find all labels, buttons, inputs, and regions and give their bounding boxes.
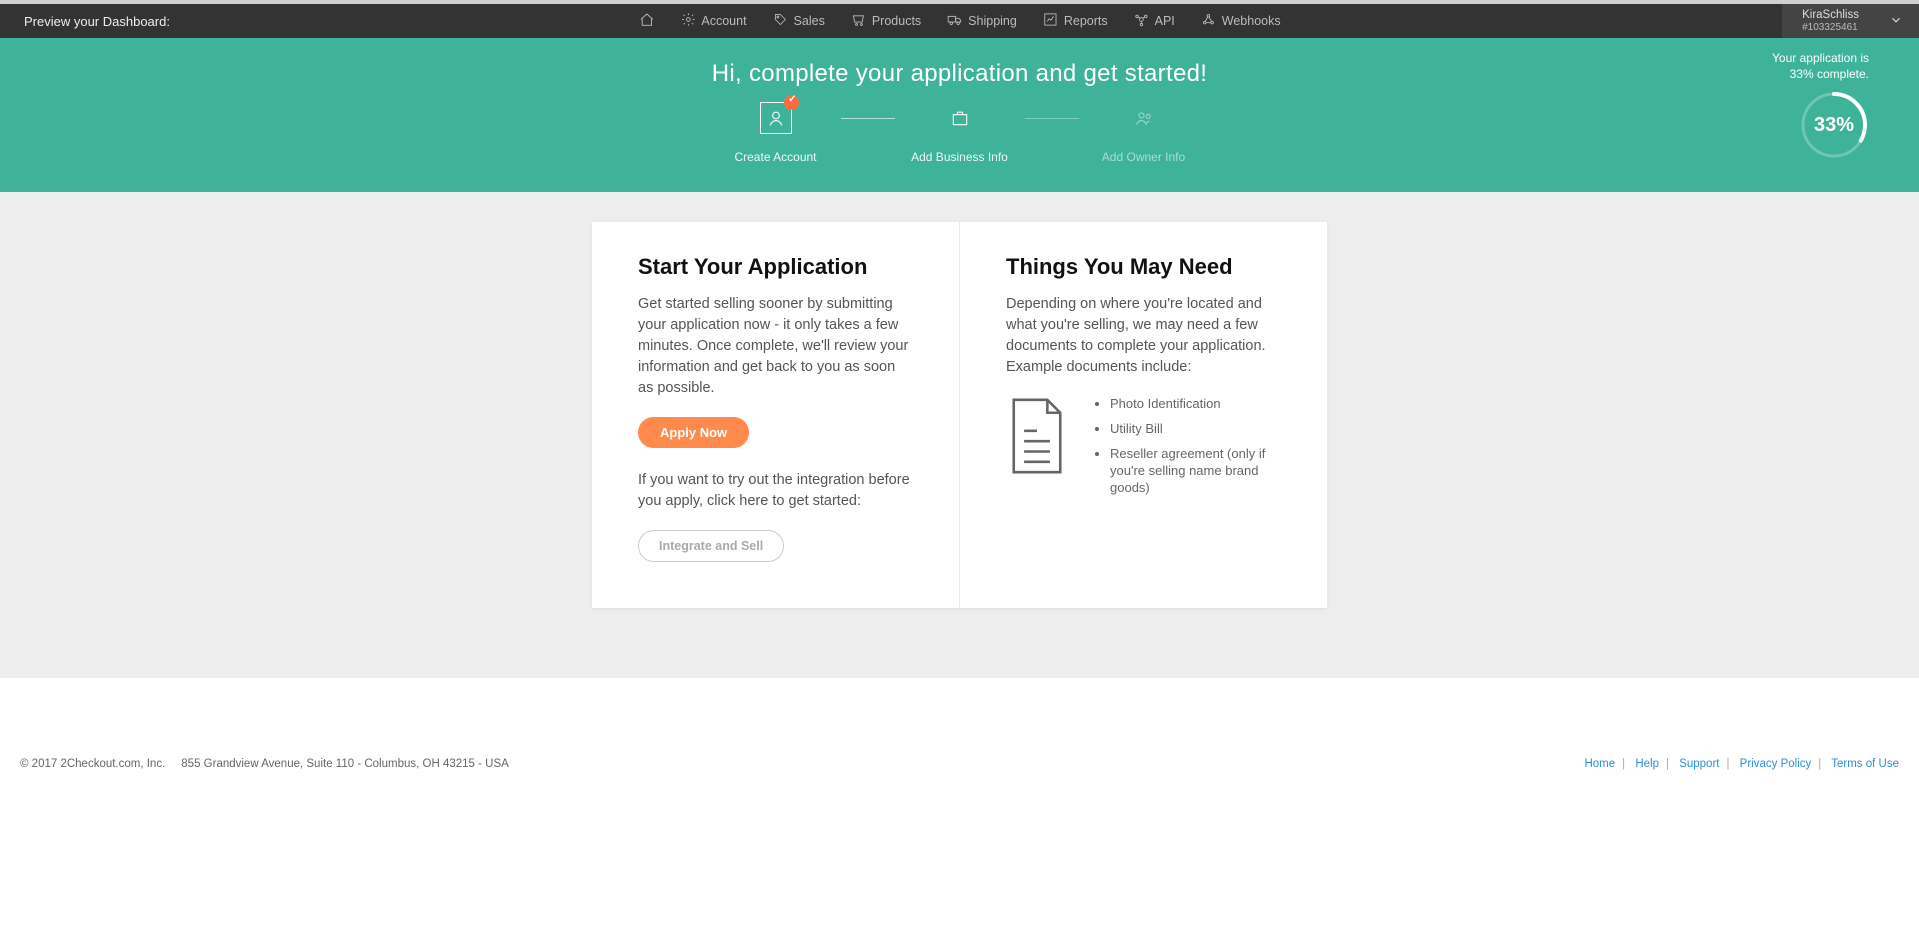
progress-steps: Create Account Add Business Info Add Own… (0, 102, 1919, 164)
cards-area: Start Your Application Get started selli… (0, 192, 1919, 678)
truck-icon (947, 12, 962, 30)
progress-ring: 33% (1799, 90, 1869, 160)
nav-reports-label: Reports (1064, 14, 1108, 28)
chevron-down-icon (1889, 13, 1903, 30)
person-icon (760, 102, 792, 134)
nav-api-label: API (1155, 14, 1175, 28)
navbar: Preview your Dashboard: Account Sales Pr… (0, 4, 1919, 38)
user-id: #103325461 (1802, 22, 1859, 33)
people-icon (1128, 102, 1160, 134)
step-label: Create Account (734, 150, 816, 164)
list-item: Utility Bill (1110, 421, 1281, 438)
api-icon (1134, 12, 1149, 30)
card-text: Get started selling sooner by submitting… (638, 294, 913, 399)
card-things-you-need: Things You May Need Depending on where y… (959, 222, 1327, 608)
nav-sales[interactable]: Sales (773, 12, 825, 30)
integrate-sell-button[interactable]: Integrate and Sell (638, 530, 784, 562)
progress-pct: 33% (1799, 90, 1869, 160)
tag-icon (773, 12, 788, 30)
briefcase-icon (944, 102, 976, 134)
card-title: Start Your Application (638, 254, 913, 280)
progress-pct-inline: 33% (1790, 67, 1814, 81)
hero: Hi, complete your application and get st… (0, 38, 1919, 192)
footer-links: Home| Help| Support| Privacy Policy| Ter… (1584, 758, 1899, 770)
footer-link-home[interactable]: Home (1584, 758, 1615, 770)
footer: © 2017 2Checkout.com, Inc. 855 Grandview… (0, 748, 1919, 784)
progress-complete-word: complete. (1814, 67, 1869, 81)
cart-icon (851, 12, 866, 30)
document-icon (1006, 396, 1068, 481)
footer-link-support[interactable]: Support (1679, 758, 1719, 770)
progress-text-line1: Your application is (1772, 50, 1869, 66)
progress-text-line2: 33% complete. (1772, 66, 1869, 82)
step-label: Add Business Info (911, 150, 1008, 164)
footer-address: 855 Grandview Avenue, Suite 110 - Columb… (181, 758, 509, 770)
list-item: Reseller agreement (only if you're selli… (1110, 446, 1281, 497)
nav-home[interactable] (638, 12, 654, 31)
progress-summary: Your application is 33% complete. 33% (1772, 50, 1869, 160)
chart-icon (1043, 12, 1058, 30)
footer-link-terms[interactable]: Terms of Use (1831, 758, 1899, 770)
step-add-business[interactable]: Add Business Info (895, 102, 1025, 164)
card-text: Depending on where you're located and wh… (1006, 294, 1281, 378)
preview-label: Preview your Dashboard: (0, 14, 170, 29)
nav-sales-label: Sales (794, 14, 825, 28)
cards-container: Start Your Application Get started selli… (592, 222, 1327, 608)
card-title: Things You May Need (1006, 254, 1281, 280)
home-icon (638, 12, 654, 31)
step-add-owner[interactable]: Add Owner Info (1079, 102, 1209, 164)
nav-account-label: Account (701, 14, 746, 28)
apply-now-button[interactable]: Apply Now (638, 417, 749, 448)
user-menu[interactable]: KiraSchliss #103325461 (1782, 4, 1919, 38)
needed-docs-list: Photo Identification Utility Bill Resell… (1092, 396, 1281, 504)
nav-webhooks[interactable]: Webhooks (1201, 12, 1281, 30)
gear-icon (680, 12, 695, 30)
nav-shipping[interactable]: Shipping (947, 12, 1017, 30)
nav-center: Account Sales Products Shipping Reports (638, 12, 1280, 31)
footer-link-help[interactable]: Help (1635, 758, 1659, 770)
step-connector (1025, 118, 1079, 119)
list-item: Photo Identification (1110, 396, 1281, 413)
card-text-secondary: If you want to try out the integration b… (638, 470, 913, 512)
nav-account[interactable]: Account (680, 12, 746, 30)
spacer (0, 678, 1919, 748)
nav-api[interactable]: API (1134, 12, 1175, 30)
step-create-account: Create Account (711, 102, 841, 164)
nav-products-label: Products (872, 14, 921, 28)
webhook-icon (1201, 12, 1216, 30)
footer-copyright: © 2017 2Checkout.com, Inc. (20, 758, 165, 770)
card-start-application: Start Your Application Get started selli… (592, 222, 959, 608)
nav-reports[interactable]: Reports (1043, 12, 1108, 30)
step-connector (841, 118, 895, 119)
user-name: KiraSchliss (1802, 9, 1859, 22)
nav-products[interactable]: Products (851, 12, 921, 30)
nav-shipping-label: Shipping (968, 14, 1017, 28)
hero-title: Hi, complete your application and get st… (0, 60, 1919, 88)
nav-webhooks-label: Webhooks (1222, 14, 1281, 28)
step-label: Add Owner Info (1102, 150, 1185, 164)
footer-link-privacy[interactable]: Privacy Policy (1740, 758, 1812, 770)
